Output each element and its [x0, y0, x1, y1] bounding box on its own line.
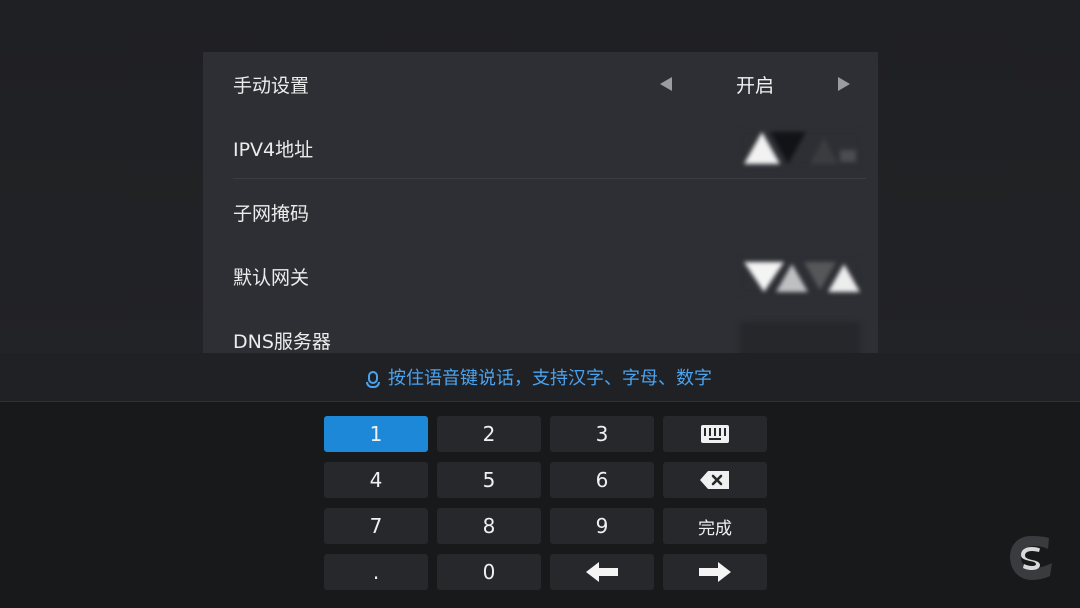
key-0[interactable]: 0	[437, 554, 541, 590]
manual-setting-label: 手动设置	[233, 74, 310, 97]
backspace-button[interactable]	[663, 462, 767, 498]
backspace-icon	[700, 471, 729, 489]
done-button[interactable]: 完成	[663, 508, 767, 544]
key-1[interactable]: 1	[324, 416, 428, 452]
default-gateway-value-obscured	[740, 258, 860, 294]
keypad-grid: 1 2 3 4 5 6 7 8 9 完成 . 0	[324, 416, 767, 590]
voice-hint-bar: 按住语音键说话，支持汉字、字母、数字	[0, 353, 1080, 402]
chevron-right-icon[interactable]	[837, 77, 850, 91]
chevron-left-icon[interactable]	[660, 77, 672, 91]
done-button-label: 完成	[698, 518, 732, 539]
key-3[interactable]: 3	[550, 416, 654, 452]
default-gateway-row[interactable]: 默认网关	[203, 244, 878, 308]
key-8[interactable]: 8	[437, 508, 541, 544]
ipv4-address-value-obscured	[740, 130, 860, 166]
switch-keyboard-button[interactable]	[663, 416, 767, 452]
key-dot[interactable]: .	[324, 554, 428, 590]
arrow-right-icon	[699, 562, 731, 582]
cursor-left-button[interactable]	[550, 554, 654, 590]
key-9[interactable]: 9	[550, 508, 654, 544]
voice-hint-text: 按住语音键说话，支持汉字、字母、数字	[388, 368, 712, 389]
default-gateway-label: 默认网关	[233, 266, 310, 289]
arrow-left-icon	[586, 562, 618, 582]
keyboard-icon	[701, 425, 729, 443]
key-4[interactable]: 4	[324, 462, 428, 498]
subnet-mask-row[interactable]: 子网掩码	[203, 180, 878, 244]
key-5[interactable]: 5	[437, 462, 541, 498]
dns-server-label: DNS服务器	[233, 330, 331, 353]
key-2[interactable]: 2	[437, 416, 541, 452]
ipv4-address-label: IPV4地址	[233, 138, 314, 161]
row-divider	[233, 178, 866, 179]
manual-setting-value: 开启	[735, 74, 774, 97]
key-7[interactable]: 7	[324, 508, 428, 544]
microphone-icon	[366, 370, 380, 388]
network-settings-panel: 手动设置 开启 IPV4地址 子网掩码 默认网关 DNS服务器	[203, 52, 878, 372]
ipv4-address-row[interactable]: IPV4地址	[203, 116, 878, 180]
manual-setting-row[interactable]: 手动设置 开启	[203, 52, 878, 116]
subnet-mask-label: 子网掩码	[233, 202, 310, 225]
manual-setting-toggle[interactable]: 开启	[660, 52, 850, 116]
cursor-right-button[interactable]	[663, 554, 767, 590]
sogou-logo-icon	[1010, 536, 1052, 580]
key-6[interactable]: 6	[550, 462, 654, 498]
number-keyboard: 按住语音键说话，支持汉字、字母、数字 1 2 3 4 5 6 7 8 9 完成 …	[0, 353, 1080, 608]
